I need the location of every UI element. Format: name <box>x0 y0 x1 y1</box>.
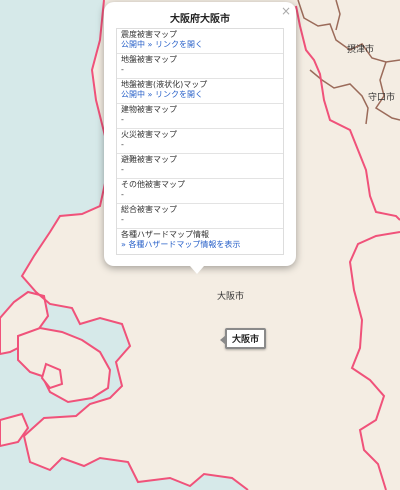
popup-pointer <box>190 266 204 274</box>
row-value: - <box>121 190 124 199</box>
row-label: 各種ハザードマップ情報 <box>121 230 209 239</box>
place-label-moriguchi: 守口市 <box>368 93 396 103</box>
row-label: 避難被害マップ <box>121 155 177 164</box>
place-label-osaka: 大阪市 <box>217 292 245 302</box>
list-item-other-damage: その他被害マップ - <box>117 179 283 204</box>
row-label: 建物被害マップ <box>121 105 177 114</box>
list-item-fire-damage: 火災被害マップ - <box>117 129 283 154</box>
popup-title: 大阪府大阪市 <box>170 14 230 25</box>
row-value: - <box>121 65 124 74</box>
hazard-info-link[interactable]: » 各種ハザードマップ情報を表示 <box>121 240 240 249</box>
row-label: 地盤被害マップ <box>121 55 177 64</box>
row-value: - <box>121 115 124 124</box>
list-item-seismic-intensity: 震度被害マップ 公開中 » リンクを開く <box>117 29 283 54</box>
osaka-city-marker[interactable]: 大阪市 <box>219 328 267 349</box>
row-value: - <box>121 215 124 224</box>
seismic-intensity-link[interactable]: 公開中 » リンクを開く <box>121 40 203 49</box>
place-label-settsu: 摂津市 <box>347 45 375 55</box>
row-label: 総合被害マップ <box>121 205 177 214</box>
list-item-liquefaction: 地盤被害(液状化)マップ 公開中 » リンクを開く <box>117 79 283 104</box>
row-label: その他被害マップ <box>121 180 185 189</box>
list-item-hazard-info: 各種ハザードマップ情報 » 各種ハザードマップ情報を表示 <box>117 229 283 254</box>
info-popup: × 大阪府大阪市 震度被害マップ 公開中 » リンクを開く 地盤被害マップ - … <box>104 2 296 274</box>
list-item-overall-damage: 総合被害マップ - <box>117 204 283 229</box>
row-value: - <box>121 140 124 149</box>
row-label: 震度被害マップ <box>121 30 177 39</box>
hazard-map-list: 震度被害マップ 公開中 » リンクを開く 地盤被害マップ - 地盤被害(液状化)… <box>116 28 284 255</box>
liquefaction-link[interactable]: 公開中 » リンクを開く <box>121 90 203 99</box>
list-item-ground-damage: 地盤被害マップ - <box>117 54 283 79</box>
list-item-evacuation-damage: 避難被害マップ - <box>117 154 283 179</box>
close-icon[interactable]: × <box>281 5 291 17</box>
row-label: 地盤被害(液状化)マップ <box>121 80 208 89</box>
list-item-building-damage: 建物被害マップ - <box>117 104 283 129</box>
row-label: 火災被害マップ <box>121 130 177 139</box>
row-value: - <box>121 165 124 174</box>
